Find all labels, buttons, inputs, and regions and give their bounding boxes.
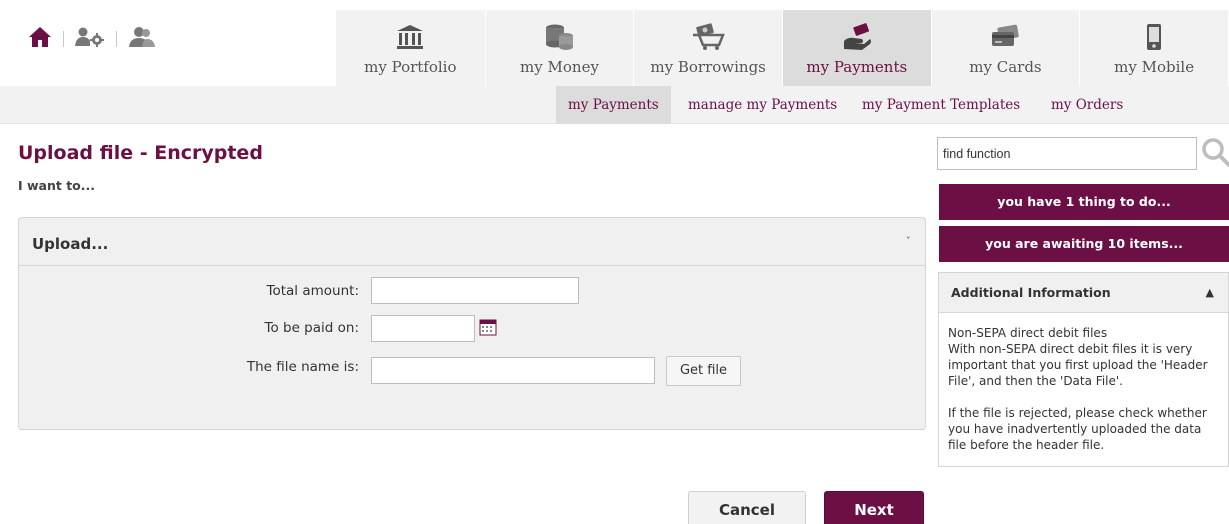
collapse-arrow-icon[interactable]: ▲: [1206, 286, 1214, 299]
sub-navigation: my Payments manage my Payments my Paymen…: [0, 86, 1229, 124]
file-name-label: The file name is:: [246, 359, 359, 375]
hand-payment-icon: [842, 22, 872, 52]
tab-my-cards[interactable]: my Cards: [930, 10, 1080, 86]
tab-label: my Portfolio: [364, 58, 457, 76]
tab-my-payments[interactable]: my Payments: [781, 10, 931, 86]
paid-on-date-input[interactable]: [371, 315, 475, 342]
file-name-input[interactable]: [371, 357, 655, 384]
cards-icon: [989, 22, 1021, 52]
bank-icon: [396, 22, 424, 52]
main-navigation: my Portfolio my Money my Borrowings my P…: [336, 10, 1228, 86]
subnav-my-orders[interactable]: my Orders: [1039, 86, 1135, 124]
user-settings-icon[interactable]: [75, 26, 105, 52]
total-amount-label: Total amount:: [266, 283, 359, 299]
find-function-input[interactable]: [937, 137, 1197, 170]
home-icon[interactable]: [28, 26, 52, 52]
info-paragraph: With non-SEPA direct debit files it is v…: [948, 342, 1208, 388]
tab-label: my Money: [520, 58, 599, 76]
tab-label: my Cards: [969, 58, 1042, 76]
search-icon[interactable]: [1201, 137, 1229, 167]
total-amount-input[interactable]: [371, 277, 579, 304]
info-paragraph: If the file is rejected, please check wh…: [948, 406, 1207, 452]
info-heading: Non-SEPA direct debit files: [948, 326, 1108, 340]
upload-panel-header[interactable]: Upload... ˇ: [19, 218, 925, 266]
tab-my-money[interactable]: my Money: [484, 10, 634, 86]
divider: [63, 31, 64, 47]
next-button[interactable]: Next: [824, 491, 924, 524]
tab-label: my Payments: [806, 58, 908, 76]
upload-panel: Upload... ˇ Total amount: To be paid on:…: [18, 217, 926, 430]
cart-money-icon: [691, 22, 725, 52]
get-file-button[interactable]: Get file: [666, 356, 741, 386]
tab-my-portfolio[interactable]: my Portfolio: [336, 10, 485, 86]
paid-on-label: To be paid on:: [264, 320, 360, 336]
mobile-icon: [1145, 22, 1163, 52]
upload-panel-title: Upload...: [32, 235, 109, 253]
additional-information-panel: Additional Information ▲ Non-SEPA direct…: [938, 272, 1229, 467]
subnav-my-payment-templates[interactable]: my Payment Templates: [850, 86, 1032, 124]
coins-icon: [544, 22, 574, 52]
awaiting-items-button[interactable]: you are awaiting 10 items...: [939, 226, 1229, 262]
tab-label: my Borrowings: [650, 58, 766, 76]
todo-button[interactable]: you have 1 thing to do...: [939, 184, 1229, 220]
tab-label: my Mobile: [1114, 58, 1195, 76]
top-icon-bar: [28, 26, 156, 52]
tab-my-mobile[interactable]: my Mobile: [1079, 10, 1228, 86]
calendar-icon[interactable]: [479, 318, 497, 336]
additional-information-header[interactable]: Additional Information ▲: [939, 273, 1228, 313]
users-icon[interactable]: [128, 26, 156, 52]
additional-information-title: Additional Information: [951, 285, 1111, 300]
subnav-manage-my-payments[interactable]: manage my Payments: [676, 86, 849, 124]
divider: [116, 31, 117, 47]
tab-my-borrowings[interactable]: my Borrowings: [633, 10, 782, 86]
page-title: Upload file - Encrypted: [18, 142, 263, 164]
page-subtitle: I want to...: [18, 178, 96, 193]
subnav-my-payments[interactable]: my Payments: [556, 86, 671, 124]
chevron-down-icon[interactable]: ˇ: [906, 235, 912, 248]
cancel-button[interactable]: Cancel: [688, 491, 806, 524]
additional-information-body: Non-SEPA direct debit files With non-SEP…: [948, 325, 1223, 453]
